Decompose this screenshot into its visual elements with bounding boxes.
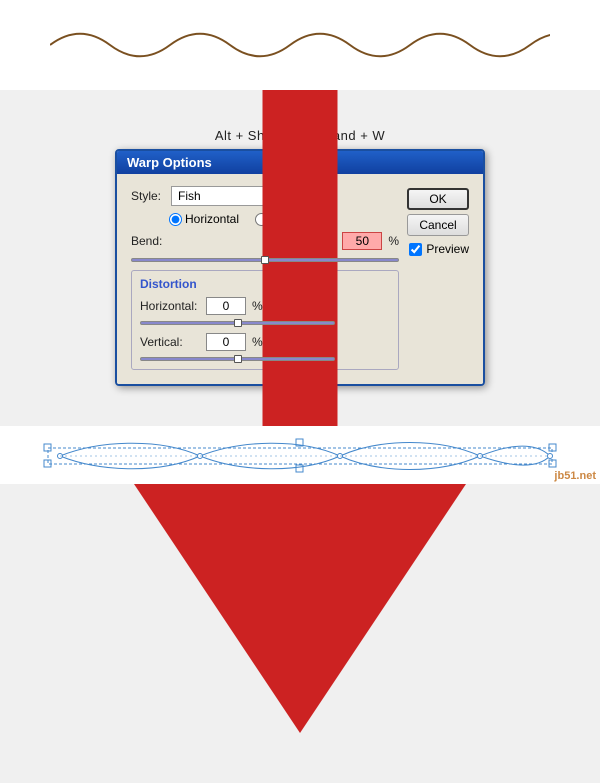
bottom-canvas-area: jb51.net	[0, 426, 600, 484]
horizontal-dist-slider-thumb[interactable]	[234, 319, 242, 327]
top-canvas-area	[0, 0, 600, 90]
vertical-dist-slider-track[interactable]	[140, 357, 335, 361]
warp-result-svg	[40, 430, 560, 480]
wavy-line-top	[50, 25, 550, 65]
arrow-down-2	[0, 390, 600, 426]
bend-slider-track[interactable]	[131, 258, 399, 262]
watermark: jb51.net	[554, 470, 596, 482]
horizontal-dist-slider-track[interactable]	[140, 321, 335, 325]
arrow-icon-2	[0, 33, 600, 783]
bend-slider-thumb[interactable]	[261, 256, 269, 264]
vertical-dist-slider-thumb[interactable]	[234, 355, 242, 363]
